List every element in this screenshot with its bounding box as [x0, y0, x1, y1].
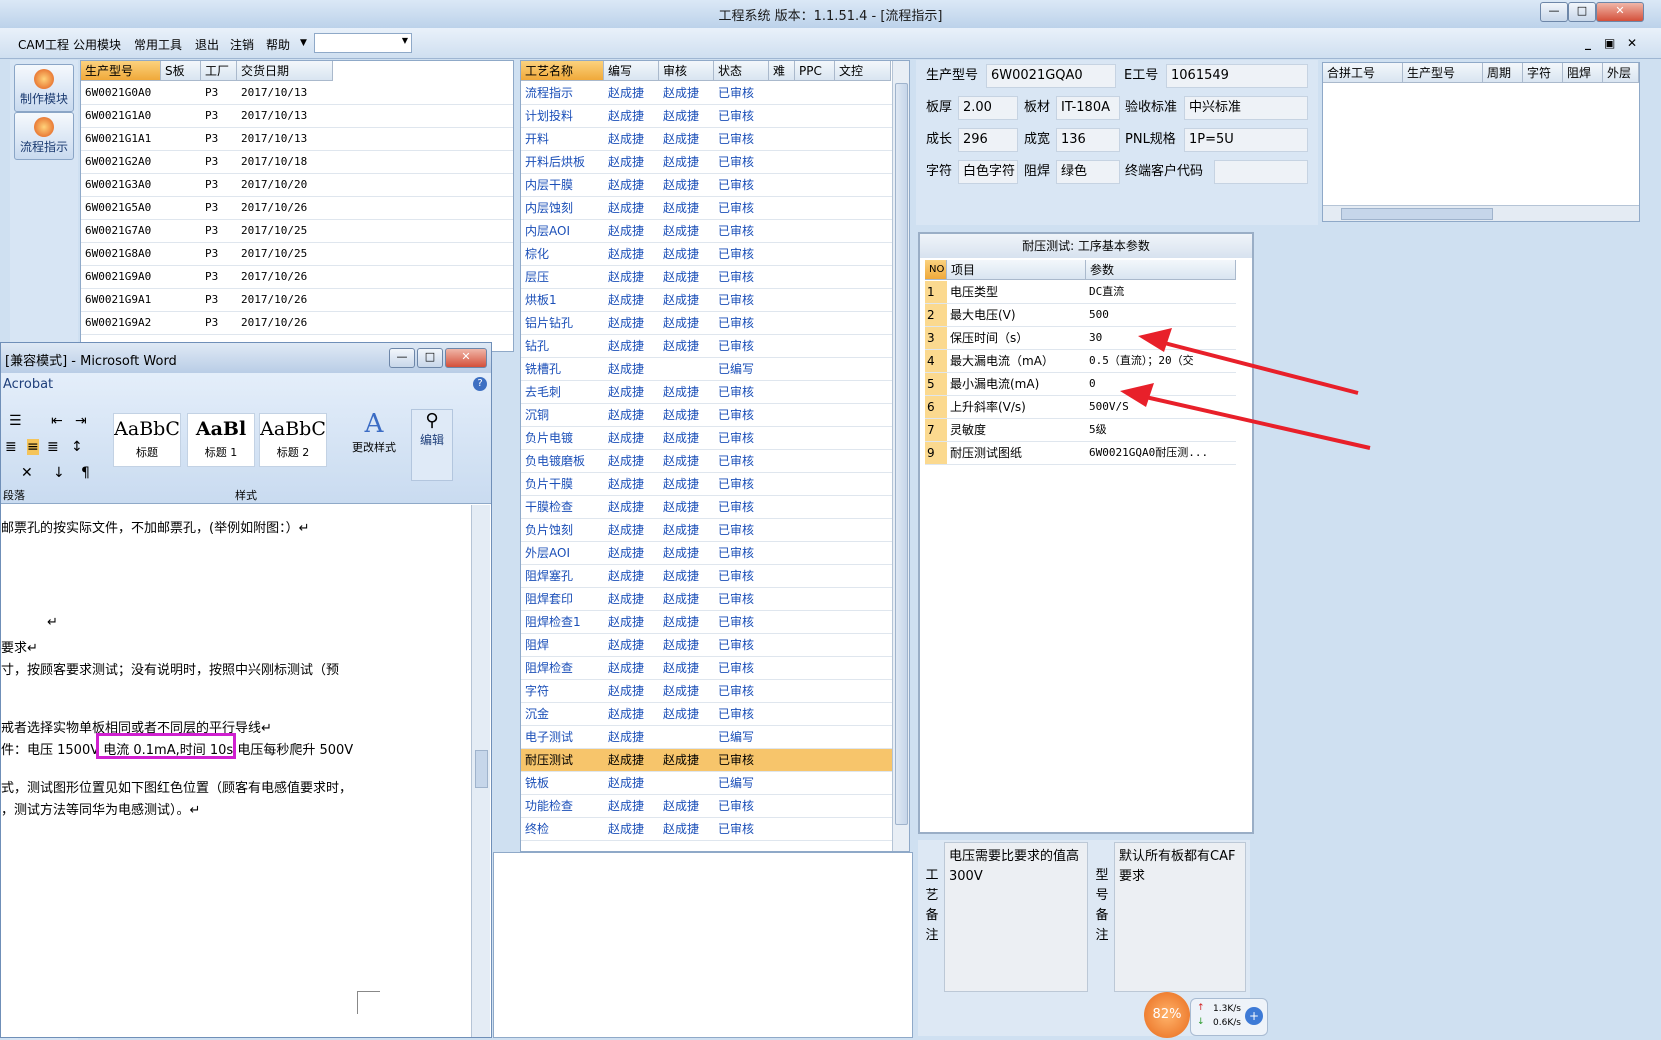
net-meter-gauge[interactable]: 82%	[1144, 992, 1190, 1038]
plus-icon[interactable]: +	[1245, 1007, 1263, 1025]
download-arrow-icon: ↓	[1197, 1017, 1205, 1027]
net-meter-speeds: ↑ 1.3K/s ↓ 0.6K/s +	[1190, 998, 1268, 1036]
download-speed: 0.6K/s	[1213, 1018, 1241, 1028]
annotation-arrows	[1120, 328, 1371, 450]
upload-speed: 1.3K/s	[1213, 1004, 1241, 1014]
arrow-2-head	[1120, 383, 1154, 407]
upload-arrow-icon: ↑	[1197, 1003, 1205, 1013]
arrow-1-head	[1138, 328, 1172, 352]
arrow-1-shaft	[1144, 336, 1359, 395]
arrow-2-shaft	[1127, 391, 1371, 450]
